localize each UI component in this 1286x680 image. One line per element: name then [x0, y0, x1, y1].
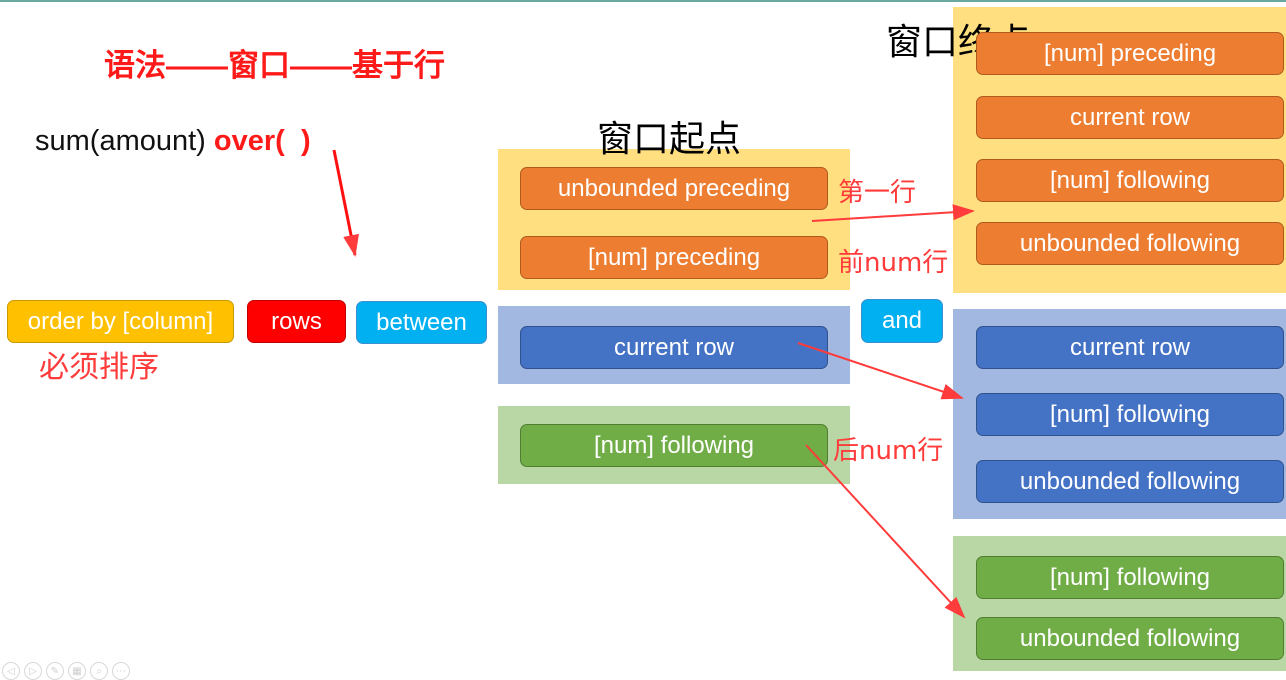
and-button[interactable]: and	[861, 299, 943, 343]
between-button[interactable]: between	[356, 301, 487, 344]
pen-icon[interactable]: ✎	[46, 662, 64, 680]
rows-button[interactable]: rows	[247, 300, 346, 343]
end-blue-current-row[interactable]: current row	[976, 326, 1284, 369]
slide-title: 语法——窗口——基于行	[104, 48, 445, 83]
next-icon[interactable]: ▷	[24, 662, 42, 680]
note-previous-n-rows: 前num行	[838, 248, 949, 278]
end-blue-unbounded-following[interactable]: unbounded following	[976, 460, 1284, 503]
order-by-button[interactable]: order by [column]	[7, 300, 234, 343]
slides-icon[interactable]: ▦	[68, 662, 86, 680]
presentation-toolbar: ◁ ▷ ✎ ▦ ⌕ ⋯	[2, 662, 130, 680]
formula-over-open: over(	[213, 125, 285, 157]
window-start-heading: 窗口起点	[597, 119, 742, 160]
end-current-row[interactable]: current row	[976, 96, 1284, 139]
start-num-preceding[interactable]: [num] preceding	[520, 236, 828, 279]
start-current-row[interactable]: current row	[520, 326, 828, 369]
formula-over-gap	[285, 125, 301, 157]
end-num-preceding[interactable]: [num] preceding	[976, 32, 1284, 75]
formula: sum(amount) over( )	[35, 125, 311, 158]
formula-prefix: sum(amount)	[35, 125, 214, 157]
formula-over-close: )	[300, 125, 311, 157]
more-icon[interactable]: ⋯	[112, 662, 130, 680]
order-by-note: 必须排序	[39, 350, 159, 385]
start-unbounded-preceding[interactable]: unbounded preceding	[520, 167, 828, 210]
end-unbounded-following[interactable]: unbounded following	[976, 222, 1284, 265]
start-num-following[interactable]: [num] following	[520, 424, 828, 467]
end-green-unbounded-following[interactable]: unbounded following	[976, 617, 1284, 660]
arrow-over-to-clause	[332, 149, 359, 257]
end-num-following[interactable]: [num] following	[976, 159, 1284, 202]
note-first-row: 第一行	[838, 178, 917, 208]
zoom-icon[interactable]: ⌕	[90, 662, 108, 680]
end-green-num-following[interactable]: [num] following	[976, 556, 1284, 599]
end-blue-num-following[interactable]: [num] following	[976, 393, 1284, 436]
note-next-n-rows: 后num行	[833, 436, 944, 466]
slide-top-border	[0, 0, 1286, 2]
previous-icon[interactable]: ◁	[2, 662, 20, 680]
